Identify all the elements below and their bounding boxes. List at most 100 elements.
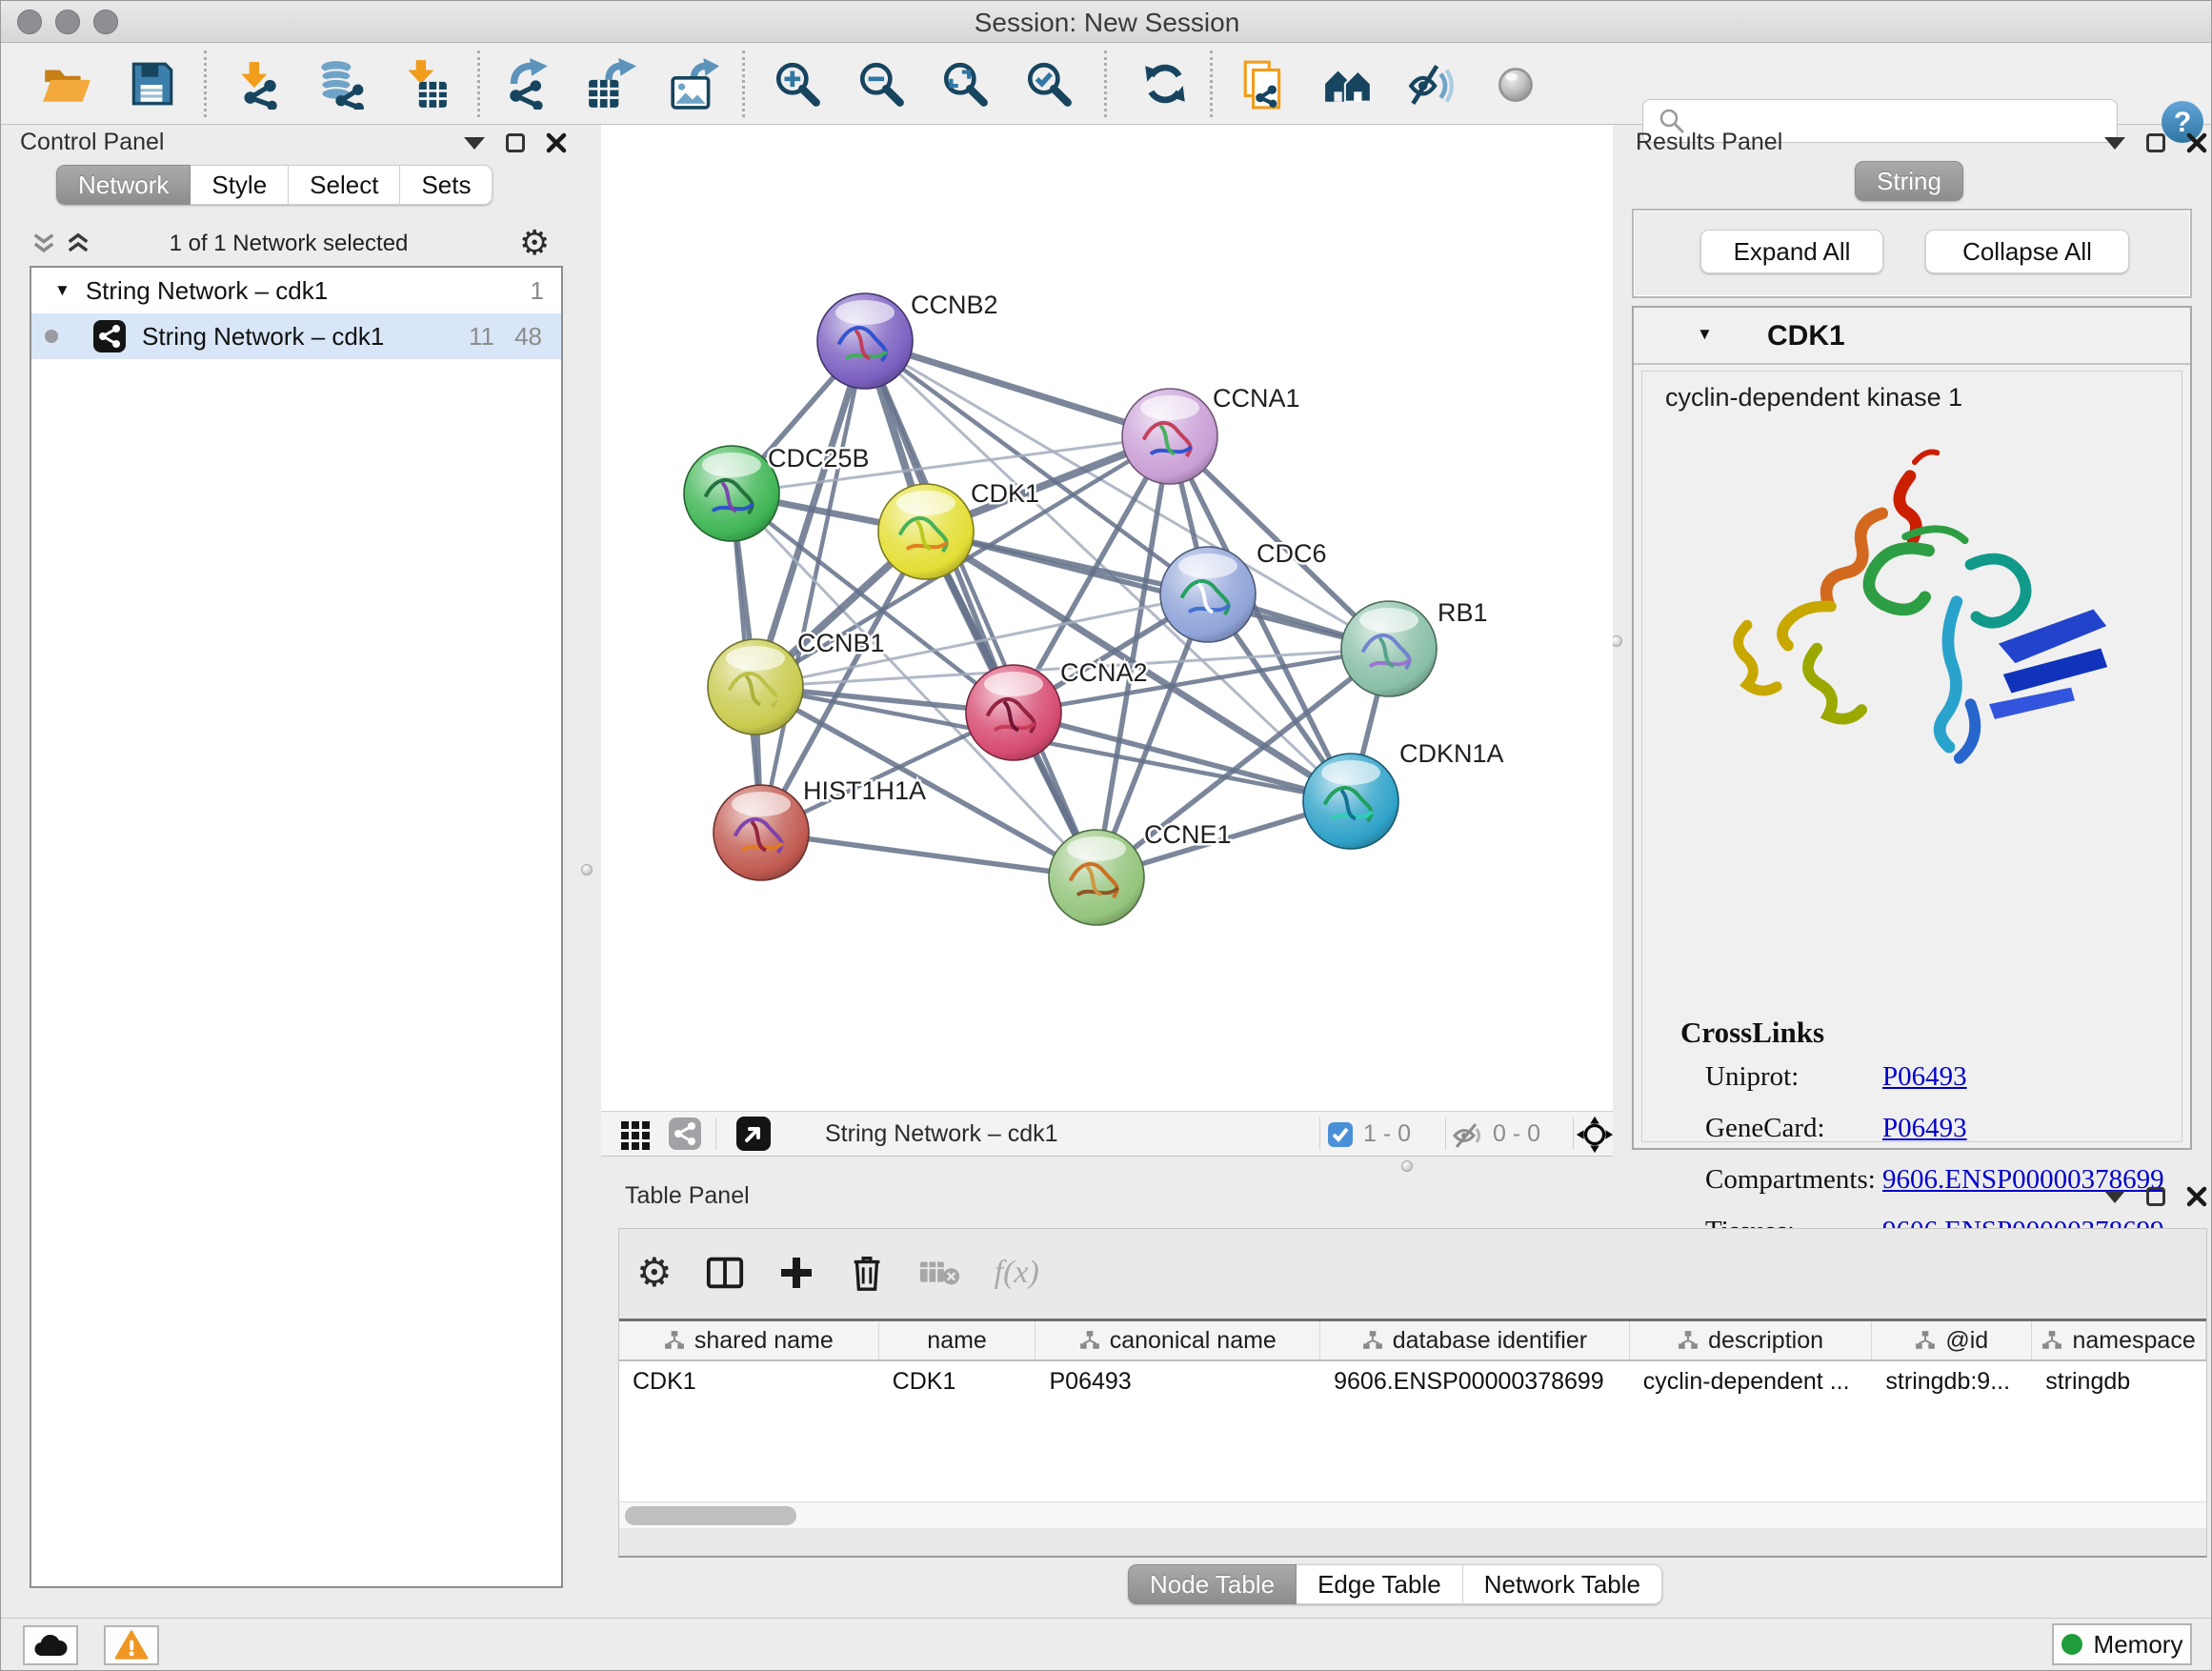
collapse-all-icon[interactable] [30, 230, 58, 258]
apply-layout-button[interactable] [1138, 57, 1192, 111]
show-graphics-details-button[interactable] [1490, 57, 1543, 111]
create-column-plus-icon[interactable] [777, 1254, 815, 1292]
column-header-label: database identifier [1393, 1327, 1587, 1355]
column-header[interactable]: canonical name [1036, 1321, 1320, 1359]
import-network-button[interactable] [231, 57, 285, 111]
scrollbar-thumb[interactable] [625, 1506, 796, 1525]
tree-expand-arrow-icon[interactable]: ▼ [54, 281, 70, 300]
table-cell[interactable]: stringdb [2032, 1361, 2206, 1403]
splitter-handle[interactable] [581, 864, 593, 876]
network-selected-status: 1 of 1 Network selected [127, 231, 451, 257]
neighborhood-button[interactable] [1321, 57, 1375, 111]
horizontal-scrollbar[interactable] [619, 1501, 2206, 1528]
hide-selected-button[interactable] [1404, 57, 1458, 111]
expand-all-icon[interactable] [64, 230, 92, 258]
protein-section-header[interactable]: ▼ CDK1 [1634, 308, 2190, 365]
zoom-fit-button[interactable] [938, 57, 992, 111]
close-panel-icon[interactable] [2186, 1186, 2207, 1207]
network-share-badge-icon[interactable] [668, 1117, 702, 1151]
toolbar-separator [1104, 50, 1107, 117]
table-panel: Table Panel ⚙ [601, 1175, 2212, 1616]
delete-table-icon-disabled[interactable] [918, 1256, 962, 1290]
zoom-in-button[interactable] [771, 57, 824, 111]
open-session-button[interactable] [39, 57, 92, 111]
tab-network[interactable]: Network [56, 165, 191, 205]
column-header[interactable]: database identifier [1320, 1321, 1630, 1359]
splitter-handle[interactable] [1401, 1160, 1413, 1172]
warnings-button[interactable] [104, 1625, 159, 1665]
zoom-selected-button[interactable] [1022, 57, 1076, 111]
tab-select[interactable]: Select [289, 165, 400, 205]
save-session-button[interactable] [125, 57, 178, 111]
open-in-window-icon[interactable] [735, 1116, 772, 1152]
column-header[interactable]: @id [1872, 1321, 2032, 1359]
export-network-button[interactable] [501, 57, 554, 111]
table-cell[interactable]: CDK1 [619, 1361, 879, 1403]
table-options-gear-icon[interactable]: ⚙ [636, 1253, 673, 1293]
close-panel-icon[interactable] [2186, 132, 2207, 153]
tab-sets[interactable]: Sets [400, 165, 493, 205]
import-table-button[interactable] [397, 57, 451, 111]
collapse-arrow-icon[interactable]: ▼ [1697, 325, 1713, 344]
close-panel-icon[interactable] [546, 132, 567, 153]
right-splitter[interactable] [1613, 125, 1620, 1158]
new-network-from-selection-button[interactable] [1237, 57, 1291, 111]
network-node-ccna1[interactable]: CCNA1 [1122, 384, 1300, 484]
crosslink-link[interactable]: P06493 [1882, 1113, 1967, 1144]
column-header[interactable]: namespace [2032, 1321, 2206, 1359]
crosslink-link[interactable]: P06493 [1882, 1061, 1967, 1093]
table-cell[interactable]: CDK1 [879, 1361, 1036, 1403]
network-collection-row[interactable]: ▼ String Network – cdk1 1 [31, 268, 561, 313]
panel-menu-icon[interactable] [2104, 1191, 2125, 1203]
delete-column-trash-icon[interactable] [848, 1253, 886, 1293]
network-node-rb1[interactable]: RB1 [1341, 598, 1488, 696]
table-cell[interactable]: P06493 [1036, 1361, 1320, 1403]
tree-options-gear-icon[interactable]: ⚙ [519, 227, 550, 261]
column-header[interactable]: name [879, 1321, 1036, 1359]
selected-checkbox-icon[interactable] [1327, 1121, 1354, 1148]
results-panel-tabs: String [1855, 161, 1963, 201]
float-panel-icon[interactable] [2146, 133, 2165, 152]
network-node-hist1h1a[interactable]: HIST1H1A [714, 776, 926, 880]
tab-network-table[interactable]: Network Table [1463, 1564, 1662, 1604]
network-graph[interactable]: CCNB2CCNA1CDC25BCDK1CDC6RB1CCNB1CCNA2CDK… [601, 125, 1613, 1111]
table-header-row: shared namenamecanonical name database id… [619, 1321, 2206, 1361]
memory-button[interactable]: Memory [2052, 1623, 2192, 1665]
expand-all-button[interactable]: Expand All [1700, 230, 1883, 273]
network-edge[interactable] [761, 833, 1096, 877]
zoom-out-button[interactable] [855, 57, 908, 111]
show-columns-icon[interactable] [705, 1253, 745, 1293]
tab-style[interactable]: Style [191, 165, 289, 205]
table-cell[interactable]: 9606.ENSP00000378699 [1320, 1361, 1630, 1403]
tab-edge-table[interactable]: Edge Table [1297, 1564, 1463, 1604]
function-builder-fx-icon[interactable]: f(x) [995, 1255, 1039, 1291]
network-edge-count: 48 [514, 322, 542, 352]
grid-view-icon[interactable] [618, 1117, 653, 1151]
float-panel-icon[interactable] [2146, 1187, 2165, 1206]
network-row-selected[interactable]: String Network – cdk1 11 48 [31, 313, 561, 359]
crosslink-label: Uniprot: [1705, 1061, 1799, 1093]
network-canvas[interactable]: CCNB2CCNA1CDC25BCDK1CDC6RB1CCNB1CCNA2CDK… [601, 125, 1613, 1111]
export-table-button[interactable] [584, 57, 637, 111]
network-node-ccne1[interactable]: CCNE1 [1049, 820, 1232, 925]
collapse-all-button[interactable]: Collapse All [1925, 230, 2129, 273]
table-cell[interactable]: stringdb:9... [1872, 1361, 2032, 1403]
network-share-icon [92, 319, 127, 353]
center-view-crosshair-icon[interactable] [1575, 1115, 1615, 1155]
panel-menu-icon[interactable] [464, 137, 485, 150]
network-node-cdkn1a[interactable]: CDKN1A [1303, 739, 1504, 849]
column-header[interactable]: shared name [619, 1321, 879, 1359]
table-cell[interactable]: cyclin-dependent ... [1630, 1361, 1873, 1403]
tab-node-table[interactable]: Node Table [1128, 1564, 1297, 1604]
import-network-from-database-button[interactable] [313, 57, 367, 111]
hidden-eye-slash-icon[interactable] [1451, 1119, 1483, 1152]
table-row[interactable]: CDK1CDK1P064939606.ENSP00000378699cyclin… [619, 1361, 2206, 1403]
float-panel-icon[interactable] [506, 133, 525, 152]
export-image-button[interactable] [667, 57, 720, 111]
memory-status-dot [2061, 1634, 2082, 1655]
column-header[interactable]: description [1630, 1321, 1873, 1359]
tab-string[interactable]: String [1855, 161, 1963, 201]
panel-menu-icon[interactable] [2104, 137, 2125, 150]
left-splitter[interactable] [573, 125, 601, 1616]
cloud-status-button[interactable] [23, 1625, 78, 1665]
